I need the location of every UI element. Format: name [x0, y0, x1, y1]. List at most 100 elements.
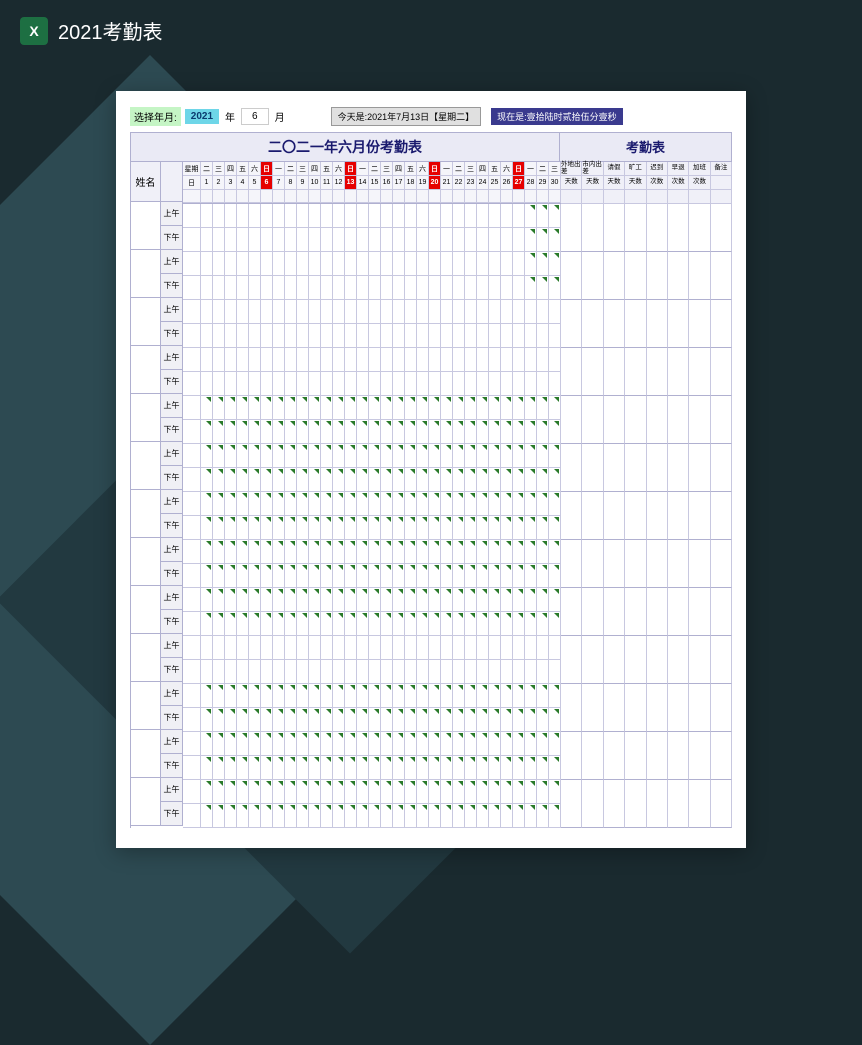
attendance-cell[interactable]	[525, 276, 537, 300]
attendance-cell[interactable]	[333, 420, 345, 444]
attendance-cell[interactable]	[201, 780, 213, 804]
attendance-cell[interactable]	[297, 780, 309, 804]
summary-cell[interactable]	[711, 252, 732, 300]
attendance-cell[interactable]	[513, 684, 525, 708]
attendance-cell[interactable]	[501, 228, 513, 252]
attendance-cell[interactable]	[417, 660, 429, 684]
data-cell[interactable]	[183, 300, 201, 324]
data-cell[interactable]	[183, 372, 201, 396]
attendance-cell[interactable]	[369, 780, 381, 804]
summary-cell[interactable]	[604, 732, 625, 780]
attendance-cell[interactable]	[345, 708, 357, 732]
attendance-cell[interactable]	[489, 468, 501, 492]
attendance-cell[interactable]	[393, 276, 405, 300]
attendance-cell[interactable]	[237, 564, 249, 588]
attendance-cell[interactable]	[321, 540, 333, 564]
attendance-cell[interactable]	[345, 204, 357, 228]
attendance-cell[interactable]	[405, 636, 417, 660]
attendance-cell[interactable]	[489, 492, 501, 516]
attendance-cell[interactable]	[477, 492, 489, 516]
summary-cell[interactable]	[711, 492, 732, 540]
attendance-cell[interactable]	[537, 372, 549, 396]
attendance-cell[interactable]	[453, 420, 465, 444]
attendance-cell[interactable]	[249, 348, 261, 372]
attendance-cell[interactable]	[501, 468, 513, 492]
attendance-cell[interactable]	[537, 204, 549, 228]
attendance-cell[interactable]	[357, 708, 369, 732]
attendance-cell[interactable]	[237, 660, 249, 684]
attendance-cell[interactable]	[549, 756, 561, 780]
attendance-cell[interactable]	[453, 468, 465, 492]
attendance-cell[interactable]	[453, 540, 465, 564]
attendance-cell[interactable]	[501, 804, 513, 828]
attendance-cell[interactable]	[465, 780, 477, 804]
attendance-cell[interactable]	[237, 540, 249, 564]
attendance-cell[interactable]	[213, 684, 225, 708]
attendance-cell[interactable]	[273, 324, 285, 348]
summary-cell[interactable]	[625, 492, 646, 540]
attendance-cell[interactable]	[417, 804, 429, 828]
summary-cell[interactable]	[647, 492, 668, 540]
data-cell[interactable]	[183, 780, 201, 804]
attendance-cell[interactable]	[249, 324, 261, 348]
attendance-cell[interactable]	[357, 228, 369, 252]
attendance-cell[interactable]	[513, 300, 525, 324]
attendance-cell[interactable]	[333, 732, 345, 756]
attendance-cell[interactable]	[333, 396, 345, 420]
attendance-cell[interactable]	[537, 564, 549, 588]
attendance-cell[interactable]	[261, 348, 273, 372]
attendance-cell[interactable]	[213, 708, 225, 732]
attendance-cell[interactable]	[297, 756, 309, 780]
attendance-cell[interactable]	[429, 804, 441, 828]
attendance-cell[interactable]	[273, 468, 285, 492]
attendance-cell[interactable]	[333, 372, 345, 396]
attendance-cell[interactable]	[417, 444, 429, 468]
attendance-cell[interactable]	[441, 228, 453, 252]
attendance-cell[interactable]	[201, 564, 213, 588]
attendance-cell[interactable]	[321, 708, 333, 732]
attendance-cell[interactable]	[381, 492, 393, 516]
attendance-cell[interactable]	[249, 636, 261, 660]
attendance-cell[interactable]	[429, 252, 441, 276]
attendance-cell[interactable]	[489, 396, 501, 420]
attendance-cell[interactable]	[525, 708, 537, 732]
summary-cell[interactable]	[561, 540, 582, 588]
attendance-cell[interactable]	[297, 540, 309, 564]
attendance-cell[interactable]	[537, 324, 549, 348]
attendance-cell[interactable]	[321, 588, 333, 612]
summary-cell[interactable]	[625, 780, 646, 828]
attendance-cell[interactable]	[381, 516, 393, 540]
attendance-cell[interactable]	[501, 348, 513, 372]
attendance-cell[interactable]	[309, 228, 321, 252]
data-cell[interactable]	[183, 396, 201, 420]
attendance-cell[interactable]	[285, 636, 297, 660]
attendance-cell[interactable]	[333, 780, 345, 804]
attendance-cell[interactable]	[273, 372, 285, 396]
attendance-cell[interactable]	[381, 564, 393, 588]
attendance-cell[interactable]	[477, 324, 489, 348]
attendance-cell[interactable]	[213, 516, 225, 540]
attendance-cell[interactable]	[285, 492, 297, 516]
attendance-cell[interactable]	[201, 492, 213, 516]
attendance-cell[interactable]	[201, 396, 213, 420]
summary-cell[interactable]	[604, 540, 625, 588]
attendance-cell[interactable]	[309, 276, 321, 300]
attendance-cell[interactable]	[549, 324, 561, 348]
attendance-cell[interactable]	[429, 372, 441, 396]
summary-cell[interactable]	[668, 204, 689, 252]
attendance-cell[interactable]	[309, 588, 321, 612]
summary-cell[interactable]	[689, 684, 710, 732]
attendance-cell[interactable]	[489, 564, 501, 588]
attendance-cell[interactable]	[285, 372, 297, 396]
attendance-cell[interactable]	[489, 420, 501, 444]
attendance-cell[interactable]	[249, 396, 261, 420]
attendance-cell[interactable]	[213, 636, 225, 660]
attendance-cell[interactable]	[429, 204, 441, 228]
attendance-cell[interactable]	[525, 636, 537, 660]
attendance-cell[interactable]	[285, 780, 297, 804]
attendance-cell[interactable]	[297, 348, 309, 372]
attendance-cell[interactable]	[477, 396, 489, 420]
attendance-cell[interactable]	[201, 636, 213, 660]
summary-cell[interactable]	[647, 588, 668, 636]
attendance-cell[interactable]	[297, 468, 309, 492]
